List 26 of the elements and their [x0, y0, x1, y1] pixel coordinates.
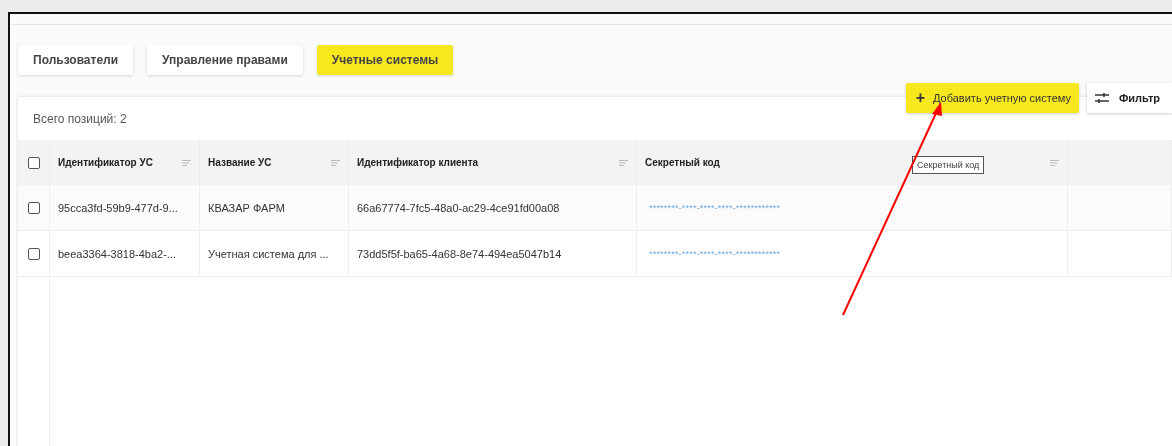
column-menu-icon[interactable]: [619, 159, 628, 166]
column-header[interactable]: Идентификатор клиента: [349, 140, 637, 185]
column-header[interactable]: Идентификатор УС: [50, 140, 200, 185]
add-button[interactable]: + Добавить учетную систему: [905, 83, 1079, 113]
column-menu-icon[interactable]: [1050, 159, 1059, 166]
filter-button[interactable]: Фильтр: [1086, 83, 1172, 113]
total-count: Всего позиций: 2: [33, 112, 127, 126]
table-cell: ********-****-****-****-************: [637, 185, 1068, 231]
sliders-icon: [1094, 93, 1109, 103]
tab[interactable]: Управление правами: [147, 45, 303, 75]
table-cell: 66a67774-7fc5-48a0-ac29-4ce91fd00a08: [349, 185, 637, 231]
table-cell: ********-****-****-****-************: [637, 231, 1068, 277]
table-cell: КВАЗАР ФАРМ: [200, 185, 349, 231]
table-cell: beea3364-3818-4ba2-...: [50, 231, 200, 277]
column-header[interactable]: Название УС: [200, 140, 349, 185]
tooltip: Секретный код: [912, 156, 985, 174]
checkbox[interactable]: [27, 201, 40, 214]
table-cell: 73dd5f5f-ba65-4a68-8e74-494ea5047b14: [349, 231, 637, 277]
table-cell: 95cca3fd-59b9-477d-9...: [50, 185, 200, 231]
checkbox[interactable]: [27, 247, 40, 260]
column-menu-icon[interactable]: [182, 159, 191, 166]
tab[interactable]: Пользователи: [18, 45, 134, 75]
checkbox[interactable]: [27, 156, 40, 169]
tab[interactable]: Учетные системы: [316, 45, 454, 75]
column-menu-icon[interactable]: [331, 159, 340, 166]
table-cell: Учетная система для ...: [200, 231, 349, 277]
